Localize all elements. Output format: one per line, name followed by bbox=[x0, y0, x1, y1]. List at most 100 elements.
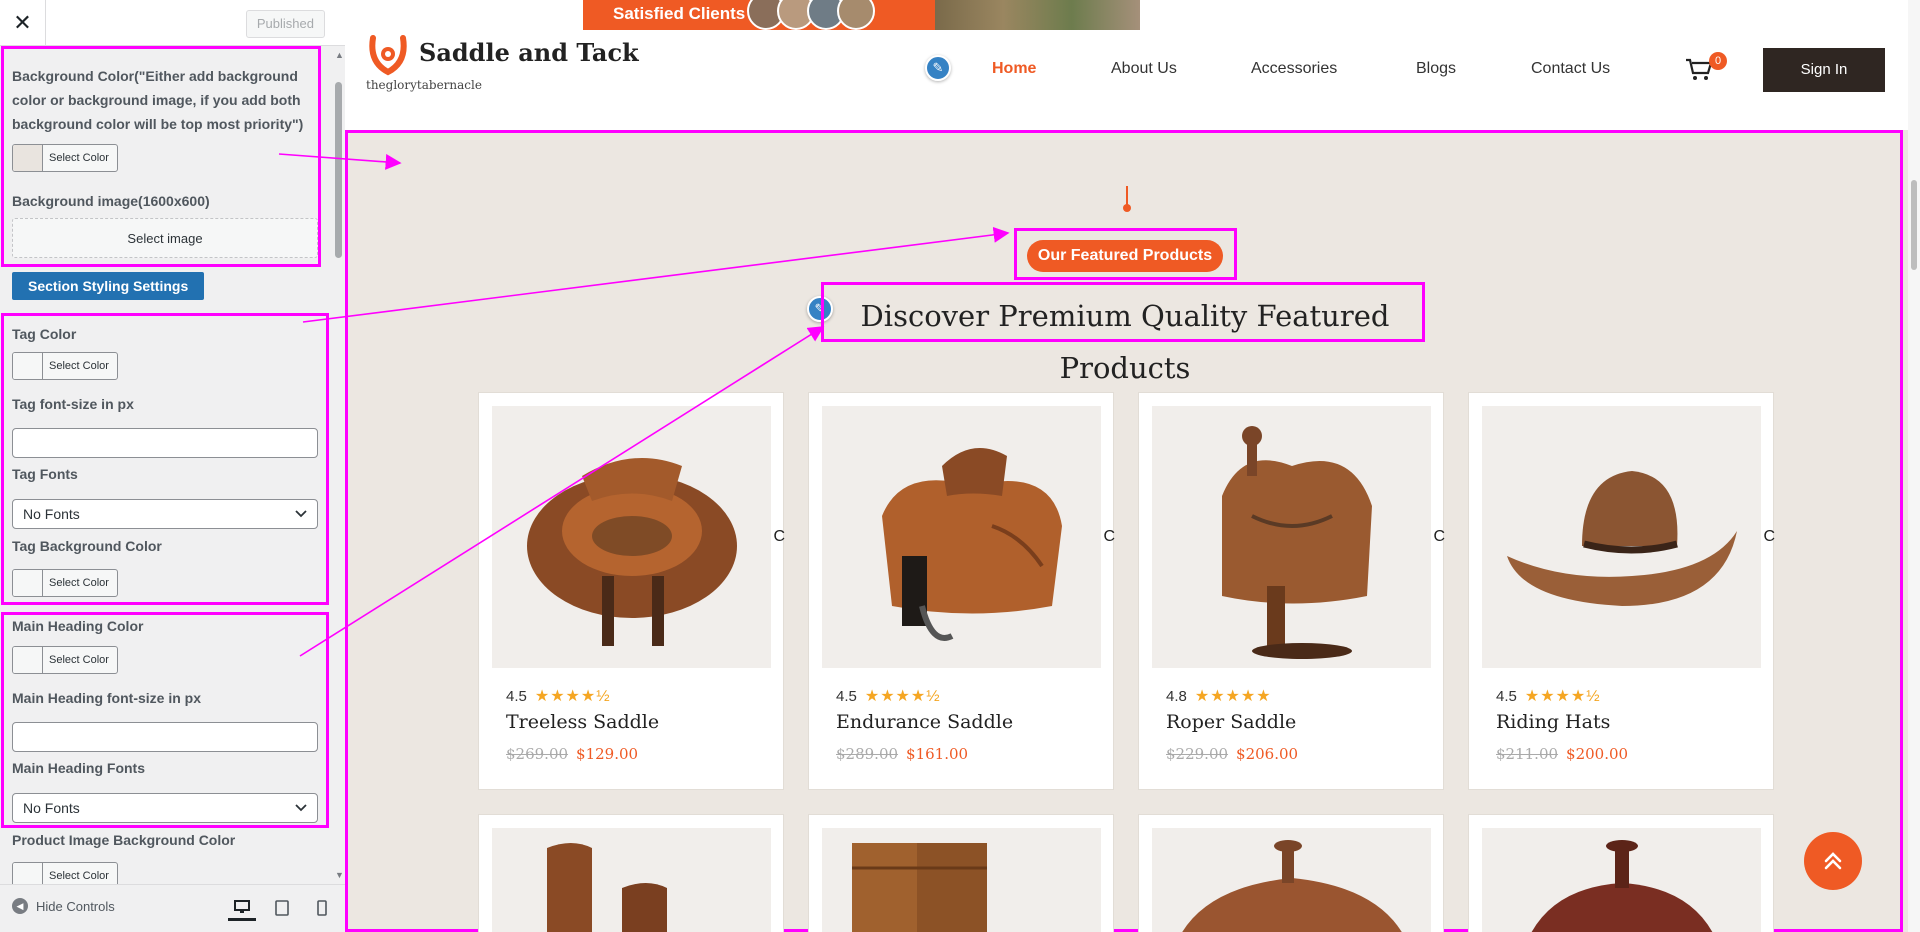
product-image[interactable] bbox=[1152, 406, 1431, 668]
site-title[interactable]: Saddle and Tack bbox=[419, 38, 639, 67]
section-styling-button[interactable]: Section Styling Settings bbox=[12, 272, 205, 300]
star-icon: ★★★★½ bbox=[534, 688, 611, 705]
preview-scrollbar[interactable] bbox=[1908, 0, 1920, 932]
product-prices: $211.00 $200.00 bbox=[1496, 745, 1628, 763]
collapse-icon: ◀ bbox=[12, 898, 28, 914]
highlight-tag bbox=[1014, 228, 1237, 280]
preview-scroll-thumb[interactable] bbox=[1911, 180, 1917, 270]
saddle-image bbox=[882, 448, 1062, 641]
card-clipped-text: C bbox=[1433, 528, 1445, 545]
mobile-preview-icon[interactable] bbox=[308, 895, 336, 921]
nav-blogs[interactable]: Blogs bbox=[1416, 60, 1456, 78]
product-card[interactable]: C 4.5 ★★★★½ Treeless Saddle $269.00 $129… bbox=[478, 392, 785, 790]
nav-about-us[interactable]: About Us bbox=[1111, 60, 1177, 78]
back-to-top-button[interactable] bbox=[1804, 832, 1862, 890]
highlight-tag-group bbox=[1, 313, 329, 605]
old-price: $229.00 bbox=[1166, 745, 1229, 763]
scroll-down-icon[interactable]: ▼ bbox=[335, 870, 344, 880]
sale-price: $206.00 bbox=[1236, 745, 1299, 763]
saddle-image bbox=[527, 458, 737, 646]
nav-accessories[interactable]: Accessories bbox=[1251, 60, 1337, 78]
nav-contact-us[interactable]: Contact Us bbox=[1531, 60, 1610, 78]
product-prices: $229.00 $206.00 bbox=[1166, 745, 1298, 763]
product-title[interactable]: Roper Saddle bbox=[1166, 711, 1296, 733]
highlight-bg-group bbox=[1, 46, 321, 267]
customizer-header: ✕ Published bbox=[0, 0, 345, 46]
product-image[interactable] bbox=[822, 828, 1101, 932]
rating-value: 4.5 bbox=[836, 687, 857, 705]
product-card[interactable] bbox=[478, 814, 784, 932]
highlight-heading bbox=[821, 282, 1425, 342]
site-tagline: theglorytabernacle bbox=[366, 78, 482, 92]
tablet-preview-icon[interactable] bbox=[268, 895, 296, 921]
product-card[interactable]: C 4.5 ★★★★½ Endurance Saddle $289.00 $16… bbox=[808, 392, 1115, 790]
product-image[interactable] bbox=[492, 406, 771, 668]
avatar bbox=[837, 0, 875, 30]
double-chevron-up-icon bbox=[1824, 852, 1842, 870]
product-prices: $269.00 $129.00 bbox=[506, 745, 638, 763]
product-image-bg-label: Product Image Background Color bbox=[12, 832, 236, 848]
product-image[interactable] bbox=[1482, 828, 1761, 932]
hide-controls-button[interactable]: ◀ Hide Controls bbox=[12, 898, 115, 914]
sale-price: $161.00 bbox=[906, 745, 969, 763]
promo-image bbox=[935, 0, 1140, 30]
product-rating: 4.8 ★★★★★ bbox=[1166, 686, 1272, 706]
product-image-bg-swatch bbox=[13, 863, 43, 884]
close-icon[interactable]: ✕ bbox=[0, 0, 46, 46]
product-card[interactable] bbox=[1468, 814, 1774, 932]
scroll-up-icon[interactable]: ▲ bbox=[335, 50, 344, 60]
star-icon: ★★★★½ bbox=[1524, 688, 1601, 705]
product-image[interactable] bbox=[1482, 406, 1761, 668]
sign-in-button[interactable]: Sign In bbox=[1763, 48, 1885, 92]
old-price: $211.00 bbox=[1496, 745, 1559, 763]
sale-price: $200.00 bbox=[1566, 745, 1629, 763]
product-title[interactable]: Endurance Saddle bbox=[836, 711, 1013, 733]
rating-value: 4.5 bbox=[1496, 687, 1517, 705]
highlight-heading-group bbox=[1, 612, 329, 828]
old-price: $269.00 bbox=[506, 745, 569, 763]
card-clipped-text: C bbox=[1103, 528, 1115, 545]
desktop-preview-icon[interactable] bbox=[228, 895, 256, 921]
product-image[interactable] bbox=[822, 406, 1101, 668]
saddle-image bbox=[1222, 426, 1372, 659]
star-icon: ★★★★½ bbox=[864, 688, 941, 705]
cart-count-badge: 0 bbox=[1709, 52, 1727, 70]
sale-price: $129.00 bbox=[576, 745, 639, 763]
promo-text: Satisfied Clients bbox=[613, 4, 746, 23]
rating-value: 4.8 bbox=[1166, 687, 1187, 705]
old-price: $289.00 bbox=[836, 745, 899, 763]
published-button[interactable]: Published bbox=[245, 10, 325, 38]
star-icon: ★★★★★ bbox=[1194, 688, 1272, 705]
product-card[interactable] bbox=[808, 814, 1114, 932]
product-rating: 4.5 ★★★★½ bbox=[506, 686, 611, 706]
boots-image bbox=[547, 843, 667, 932]
rating-value: 4.5 bbox=[506, 687, 527, 705]
tag-decoration-line bbox=[1126, 186, 1128, 206]
card-clipped-text: C bbox=[1763, 528, 1775, 545]
card-clipped-text: C bbox=[773, 528, 785, 545]
product-image[interactable] bbox=[1152, 828, 1431, 932]
product-card[interactable]: C 4.8 ★★★★★ Roper Saddle $229.00 $206.00 bbox=[1138, 392, 1445, 790]
sidebar-scrollbar[interactable]: ▲ ▼ bbox=[333, 46, 345, 884]
product-prices: $289.00 $161.00 bbox=[836, 745, 968, 763]
sidebar-scroll-thumb[interactable] bbox=[335, 82, 342, 258]
select-color-label: Select Color bbox=[49, 870, 109, 882]
product-image[interactable] bbox=[492, 828, 771, 932]
horseshoe-logo-icon[interactable] bbox=[365, 32, 411, 78]
nav-home[interactable]: Home bbox=[992, 60, 1036, 78]
product-title[interactable]: Riding Hats bbox=[1496, 711, 1610, 733]
customizer-footer: ◀ Hide Controls bbox=[0, 884, 345, 932]
hat-image bbox=[1507, 471, 1737, 606]
product-card[interactable]: C 4.5 ★★★★½ Riding Hats $211.00 $200.00 bbox=[1468, 392, 1775, 790]
product-rating: 4.5 ★★★★½ bbox=[1496, 686, 1601, 706]
edit-menu-icon[interactable]: ✎ bbox=[925, 55, 951, 81]
tag-decoration-dot bbox=[1123, 204, 1131, 212]
saddle-image bbox=[1182, 840, 1402, 932]
client-avatars bbox=[747, 0, 875, 30]
product-image-bg-picker[interactable]: Select Color bbox=[12, 862, 118, 884]
fringe-boots-image bbox=[852, 843, 987, 932]
product-rating: 4.5 ★★★★½ bbox=[836, 686, 941, 706]
customizer-sidebar: ✕ Published Background Color("Either add… bbox=[0, 0, 345, 932]
product-title[interactable]: Treeless Saddle bbox=[506, 711, 659, 733]
product-card[interactable] bbox=[1138, 814, 1444, 932]
